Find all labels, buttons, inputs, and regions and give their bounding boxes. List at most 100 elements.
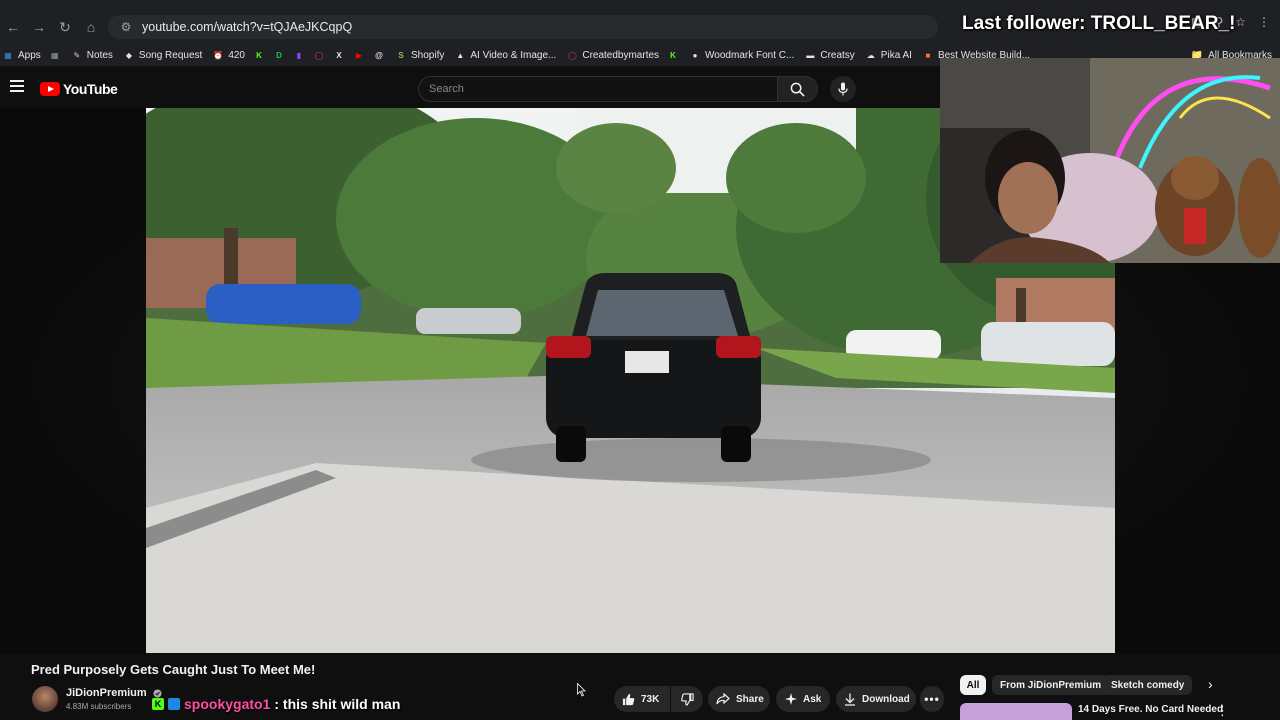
like-count: 73K [641,693,660,705]
diamond-icon: ◆ [125,50,132,60]
x-icon: X [336,50,342,60]
download-icon [845,693,855,706]
reload-icon[interactable]: ↻ [52,14,78,40]
ask-button[interactable]: Ask [776,686,830,712]
youtube-logo[interactable]: YouTube [40,81,118,97]
bookmark-item[interactable]: ▬ Creatsy [804,49,854,61]
bookmark-label: Createdbymartes [582,49,660,61]
youtube-icon: ▶ [355,50,363,60]
youtube-header: YouTube [0,70,940,108]
bookmark-item[interactable]: K [667,49,679,61]
share-icon [716,693,730,705]
instagram-icon: ◯ [314,50,324,60]
home-icon[interactable]: ⌂ [78,14,104,40]
menu-kebab-icon[interactable]: ⋮ [1258,15,1270,29]
back-icon[interactable]: ← [0,14,26,40]
browser-tab-strip [0,0,1280,10]
bookmark-label: Apps [18,49,41,61]
dislike-button[interactable] [671,686,703,712]
instagram-icon: ◯ [567,50,577,60]
d-icon: D [276,50,282,60]
download-button[interactable]: Download [836,686,916,712]
share-label: Share [736,693,764,705]
subscriber-count: 4.83M subscribers [66,702,132,711]
bookmark-item[interactable]: ▮ [293,49,305,61]
more-actions-button[interactable]: ••• [920,686,944,712]
url-text: youtube.com/watch?v=tQJAeJKCqpQ [142,20,353,34]
forward-icon[interactable]: → [26,14,52,40]
bookmark-item[interactable]: D [273,49,285,61]
bookmark-item[interactable]: ⏰ 420 [212,49,245,61]
bookmark-item[interactable]: ✎ Notes [71,49,113,61]
bookmark-item[interactable]: ◯ [313,49,325,61]
more-horizontal-icon: ••• [924,692,940,706]
alarm-icon: ⏰ [213,50,224,60]
address-bar[interactable]: ⚙ youtube.com/watch?v=tQJAeJKCqpQ [108,15,938,39]
threads-icon: @ [375,50,383,60]
bookmark-item[interactable]: ◯ Createdbymartes [566,49,659,61]
streamer-webcam [940,58,1280,263]
download-label: Download [862,693,910,705]
search-button[interactable] [778,76,818,102]
share-button[interactable]: Share [708,686,770,712]
bookmark-item[interactable]: ● Woodmark Font C... [689,49,795,61]
chip-all[interactable]: All [960,675,986,695]
kick-badge-icon: K [152,698,164,710]
chip-from-channel[interactable]: From JiDionPremium [992,675,1110,695]
bookmark-item[interactable]: ◆ Song Request [123,49,202,61]
video-title: Pred Purposely Gets Caught Just To Meet … [31,662,316,677]
search-field[interactable] [418,76,778,102]
chip-sketch-comedy[interactable]: Sketch comedy [1103,675,1193,695]
voice-search-button[interactable] [830,76,856,102]
bookmark-item[interactable]: ☁ Pika AI [865,49,912,61]
promo-menu-icon[interactable]: ⋮ [1216,703,1229,719]
like-button[interactable]: 73K [614,686,670,712]
search-icon [790,82,805,97]
bookmark-label: AI Video & Image... [470,49,557,61]
bookmark-item[interactable]: ▦ Apps [2,49,41,61]
ai-icon: ▲ [456,50,465,60]
webcam-scene [940,58,1280,263]
twitch-icon: ▮ [296,50,302,60]
chat-overlay-message: K spookygato1 : this shit wild man [152,696,400,712]
channel-name-row[interactable]: JiDionPremium [66,687,162,699]
bookmark-label: Shopify [411,49,445,61]
channel-name[interactable]: JiDionPremium [66,687,147,699]
bookmark-label: Pika AI [880,49,912,61]
hamburger-menu-icon[interactable] [10,80,24,92]
bookmark-item[interactable]: ▶ [353,49,365,61]
bookmark-item[interactable]: ▲ AI Video & Image... [454,49,556,61]
woodmark-icon: ● [692,50,698,60]
creatsy-icon: ▬ [806,50,815,60]
last-follower-alert: Last follower: TROLL_BEAR_! [962,13,1236,34]
bookmark-star-icon[interactable]: ☆ [1235,15,1246,29]
apps-grid-icon: ▦ [4,50,12,60]
video-info: Pred Purposely Gets Caught Just To Meet … [0,654,1280,720]
bookmark-label: Woodmark Font C... [705,49,795,61]
bookmark-label: Notes [86,49,113,61]
sparkle-icon [785,693,797,705]
chips-next-icon[interactable]: › [1208,676,1213,692]
bookmark-label: Creatsy [820,49,855,61]
site-settings-icon[interactable]: ⚙ [114,20,138,34]
channel-avatar[interactable] [32,686,58,712]
promo-thumbnail[interactable] [960,703,1072,720]
promo-title[interactable]: 14 Days Free. No Card Needed [1078,704,1223,715]
bookmark-item[interactable]: X [333,49,345,61]
bookmark-item[interactable]: K [253,49,265,61]
bookmark-item[interactable]: ▦ [49,49,61,61]
bookmark-item[interactable]: @ [373,49,385,61]
microphone-icon [838,82,848,96]
search-input[interactable] [419,77,777,101]
youtube-wordmark: YouTube [63,81,118,97]
website-icon: ■ [925,50,931,60]
shopify-icon: S [398,50,404,60]
bookmark-label: Song Request [138,49,203,61]
grid-icon: ▦ [51,50,59,60]
chat-username: spookygato1 [184,696,271,712]
thumbs-down-icon [680,692,694,706]
kick-icon: K [256,50,262,60]
bookmark-item[interactable]: S Shopify [395,49,444,61]
bookmark-label: 420 [228,49,245,61]
thumbs-up-icon [622,693,635,705]
